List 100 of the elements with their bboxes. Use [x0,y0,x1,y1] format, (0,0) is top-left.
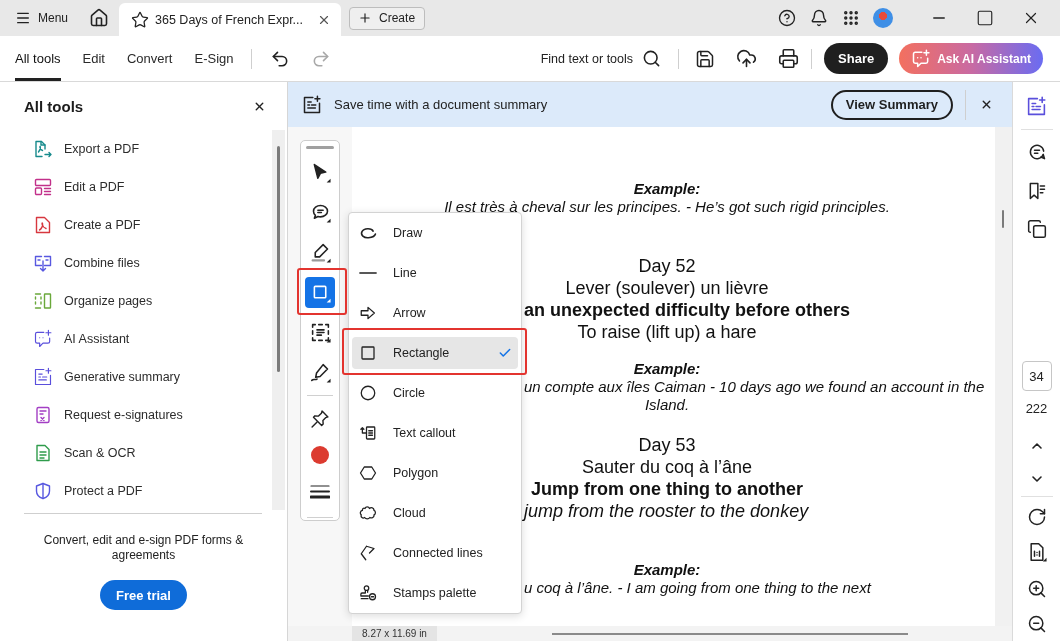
menu-item[interactable]: Cloud [352,497,518,529]
line-weight-icon [310,483,330,499]
chat-sparkle-icon [911,48,932,69]
menu-item[interactable]: Text callout [352,417,518,449]
pushpin-icon [310,409,330,429]
tool-item[interactable]: Protect a PDF [0,472,272,510]
toolbar-tab[interactable]: Convert [126,36,173,81]
scan-icon [33,443,53,463]
tool-item[interactable]: AI Assistant [0,320,272,358]
help-icon[interactable] [778,9,796,27]
scrollbar-thumb[interactable] [1002,210,1004,228]
tool-item[interactable]: Scan & OCR [0,434,272,472]
file-icon [33,215,53,235]
menu-item[interactable]: Stamps palette [352,577,518,609]
tool-item[interactable]: Organize pages [0,282,272,320]
grid-icon[interactable] [842,9,860,27]
pages-icon[interactable] [1026,219,1047,239]
document-text: To raise (lift up) a hare [577,321,757,343]
zoom-out-icon[interactable] [1026,614,1047,634]
star-icon[interactable] [131,10,150,29]
color-swatch[interactable] [311,446,329,464]
text-box-icon [309,321,331,343]
page-size-label: 8.27 x 11.69 in [352,626,437,641]
maximize-icon[interactable] [976,9,994,27]
menu-item[interactable]: Line [352,257,518,289]
cloud-upload-icon[interactable] [736,48,758,69]
document-tab[interactable]: 365 Days of French Expr... [119,3,342,36]
plus-icon [358,11,373,25]
pages-icon [33,291,53,311]
menu-item[interactable]: Polygon [352,457,518,489]
document-text: Day 52 [638,255,696,277]
document-text: Example: [633,561,701,579]
document-text: Example: [633,180,701,198]
square-icon [359,344,377,362]
promo-text: Convert, edit and e-sign PDF forms & agreements [42,533,245,563]
cloud-icon [359,504,377,522]
toolbar-tab[interactable]: Edit [82,36,105,81]
chat-sparkle-icon [33,329,53,349]
shield-icon [33,481,53,501]
home-icon[interactable] [89,8,110,28]
scrollbar-thumb[interactable] [552,632,908,635]
pen-sign-icon [309,361,331,383]
document-text: u coq à l’âne. - I am going from one thing to the next [524,579,871,597]
zoom-in-icon[interactable] [1026,579,1047,599]
check-icon [498,346,512,360]
summary-icon[interactable] [1026,96,1047,117]
drag-handle[interactable] [306,146,334,149]
save-icon[interactable] [695,48,716,69]
document-text: un compte aux îles Caiman - 10 days ago we found an account in the [524,378,985,396]
scribble-icon [359,226,377,240]
polyline-icon [359,544,377,562]
menu-icon [15,10,31,26]
scrollbar-thumb[interactable] [277,146,280,372]
document-text: Day 53 [638,434,696,456]
layout-icon [33,177,53,197]
menu-item[interactable]: Connected lines [352,537,518,569]
document-text: Il est très à cheval sur les principes. - He’s got such rigid principles. [444,198,890,216]
file-arrow-icon [33,139,53,159]
menu-item[interactable]: Circle [352,377,518,409]
line-icon [359,271,377,275]
rotate-icon[interactable] [1026,507,1047,527]
tool-item[interactable]: Request e-signatures [0,396,272,434]
banner-text: Save time with a document summary [334,97,548,112]
document-text: Sauter du coq à l’âne [581,456,753,478]
tool-item[interactable]: Generative summary [0,358,272,396]
form-icon [33,405,53,425]
circle-icon [359,384,377,402]
document-text: an unexpected difficulty before others [524,299,851,321]
stamp-icon [359,584,377,602]
summary-icon [302,94,322,115]
view-summary-button[interactable]: View Summary [830,89,953,120]
tool-item[interactable]: Export a PDF [0,130,272,168]
tool-item[interactable]: Combine files [0,244,272,282]
combine-icon [33,253,53,273]
page-number-field[interactable]: 34 [1021,361,1052,391]
arrow-icon [359,304,377,322]
page-count: 222 [1025,401,1048,417]
document-text: Island. [644,396,690,414]
print-icon[interactable] [778,48,800,69]
create-button[interactable]: Create [349,6,426,30]
menu-button[interactable]: Menu [9,5,75,31]
menu-item[interactable]: Draw [352,217,518,249]
toolbar-tab[interactable]: E-Sign [194,36,234,81]
share-button[interactable]: Share [824,43,889,74]
tool-item[interactable]: Create a PDF [0,206,272,244]
document-text: Lever (soulever) un lièvre [565,277,769,299]
avatar-icon[interactable] [873,8,893,28]
close-icon[interactable] [980,98,993,111]
bell-icon[interactable] [810,9,828,27]
menu-item[interactable]: Arrow [352,297,518,329]
highlighter-icon [309,241,331,263]
undo-icon[interactable] [269,48,290,69]
tool-item[interactable]: Edit a PDF [0,168,272,206]
document-text: jump from the rooster to the donkey [524,500,809,522]
callout-icon [359,424,377,442]
menu-item[interactable]: Rectangle [352,337,518,369]
hexagon-icon [359,464,377,482]
panel-title: All tools [24,97,84,115]
find-button[interactable]: Find text or tools [540,36,662,81]
free-trial-button[interactable]: Free trial [100,580,187,610]
